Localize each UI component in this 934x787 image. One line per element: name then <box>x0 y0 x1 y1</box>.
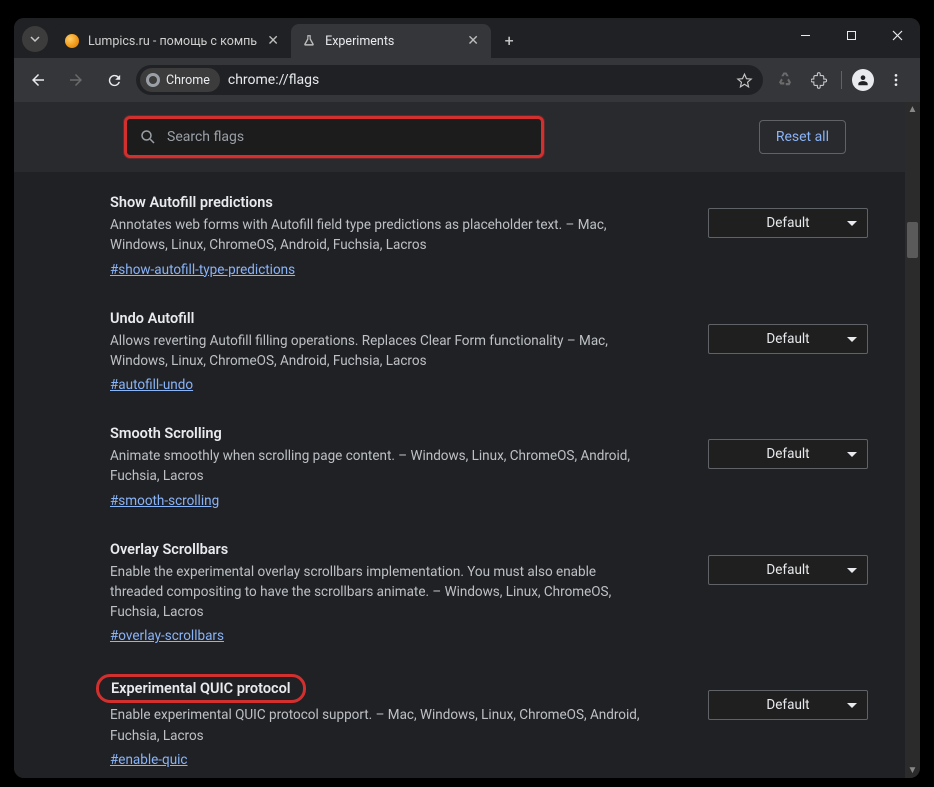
separator <box>841 71 842 89</box>
close-tab-icon[interactable]: ✕ <box>465 33 481 49</box>
back-button[interactable] <box>22 64 54 96</box>
minimize-button[interactable] <box>782 18 828 52</box>
profile-avatar[interactable] <box>852 69 874 91</box>
flag-item: Undo Autofill Allows reverting Autofill … <box>14 296 920 412</box>
reset-all-button[interactable]: Reset all <box>759 120 846 154</box>
scrollbar-thumb[interactable] <box>907 222 918 258</box>
flag-item: Smooth Scrolling Animate smoothly when s… <box>14 411 920 527</box>
flags-list: Show Autofill predictions Annotates web … <box>14 172 920 778</box>
maximize-button[interactable] <box>828 18 874 52</box>
flag-select[interactable]: Default <box>708 690 868 720</box>
flag-hash-link[interactable]: #enable-quic <box>110 752 188 768</box>
close-tab-icon[interactable]: ✕ <box>265 33 281 49</box>
chrome-chip[interactable]: Chrome <box>140 68 220 92</box>
window-controls <box>782 18 920 58</box>
page-content: Reset all Show Autofill predictions Anno… <box>14 102 920 778</box>
chrome-chip-label: Chrome <box>166 73 210 88</box>
scroll-down-icon[interactable]: ▼ <box>905 763 920 778</box>
flag-description: Enable experimental QUIC protocol suppor… <box>110 705 650 746</box>
recycle-icon[interactable] <box>769 64 801 96</box>
flag-select[interactable]: Default <box>708 555 868 585</box>
address-bar[interactable]: Chrome chrome://flags <box>136 65 763 95</box>
flag-title: Show Autofill predictions <box>110 194 273 211</box>
tab-lumpics[interactable]: Lumpics.ru - помощь с компь ✕ <box>54 24 291 58</box>
search-flags-box[interactable] <box>124 116 544 158</box>
flags-header: Reset all <box>14 102 920 172</box>
bookmark-star-icon[interactable] <box>736 72 753 89</box>
flag-item-quic: Experimental QUIC protocol Enable experi… <box>14 662 920 778</box>
flag-title: Undo Autofill <box>110 310 194 327</box>
tab-search-button[interactable] <box>22 26 48 52</box>
reset-all-label: Reset all <box>776 129 829 145</box>
flag-item: Show Autofill predictions Annotates web … <box>14 180 920 296</box>
flag-select[interactable]: Default <box>708 208 868 238</box>
flag-description: Allows reverting Autofill filling operat… <box>110 331 650 372</box>
flag-hash-link[interactable]: #show-autofill-type-predictions <box>110 262 295 278</box>
reload-button[interactable] <box>98 64 130 96</box>
flag-title: Smooth Scrolling <box>110 425 222 442</box>
search-flags-input[interactable] <box>167 129 529 145</box>
extensions-icon[interactable] <box>803 64 835 96</box>
flag-hash-link[interactable]: #overlay-scrollbars <box>110 628 224 644</box>
flag-hash-link[interactable]: #smooth-scrolling <box>110 493 219 509</box>
flag-hash-link[interactable]: #autofill-undo <box>110 377 193 393</box>
close-window-button[interactable] <box>874 18 920 52</box>
flag-title: Overlay Scrollbars <box>110 541 228 558</box>
tab-experiments[interactable]: Experiments ✕ <box>291 24 491 58</box>
flag-description: Animate smoothly when scrolling page con… <box>110 446 650 487</box>
chrome-icon <box>146 73 160 87</box>
search-icon <box>139 128 157 146</box>
url-text: chrome://flags <box>228 72 728 88</box>
tab-title: Experiments <box>325 34 457 49</box>
flag-select[interactable]: Default <box>708 324 868 354</box>
flag-description: Enable the experimental overlay scrollba… <box>110 562 650 623</box>
tab-strip: Lumpics.ru - помощь с компь ✕ Experiment… <box>14 18 920 58</box>
favicon-lumpics <box>64 33 80 49</box>
browser-window: Lumpics.ru - помощь с компь ✕ Experiment… <box>14 18 920 778</box>
new-tab-button[interactable]: + <box>495 26 523 54</box>
flag-select[interactable]: Default <box>708 439 868 469</box>
tab-title: Lumpics.ru - помощь с компь <box>88 34 257 49</box>
toolbar-right <box>769 64 912 96</box>
flag-description: Annotates web forms with Autofill field … <box>110 215 650 256</box>
forward-button[interactable] <box>60 64 92 96</box>
scroll-up-icon[interactable]: ▲ <box>905 102 920 117</box>
scrollbar-track[interactable]: ▲ ▼ <box>905 102 920 778</box>
toolbar: Chrome chrome://flags <box>14 58 920 102</box>
menu-button[interactable] <box>880 64 912 96</box>
flag-title-highlighted: Experimental QUIC protocol <box>96 674 306 703</box>
flask-icon <box>301 33 317 49</box>
flag-item: Overlay Scrollbars Enable the experiment… <box>14 527 920 663</box>
